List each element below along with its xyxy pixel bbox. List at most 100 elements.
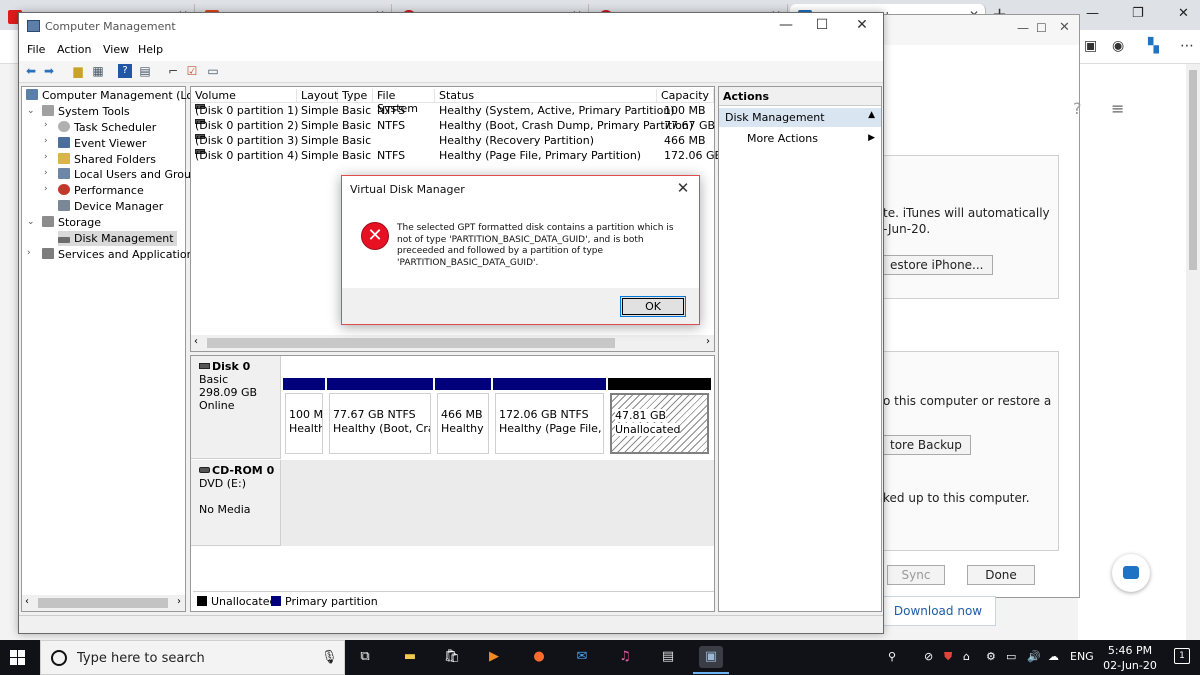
app-icon[interactable]: ▤ [656, 646, 680, 668]
column-header-status[interactable]: Status [435, 89, 657, 103]
tree-item-device-manager[interactable]: Device Manager [58, 199, 163, 214]
column-header-volume[interactable]: Volume [191, 89, 297, 103]
scroll-right-icon[interactable]: › [177, 596, 181, 607]
scroll-right-icon[interactable]: › [706, 336, 710, 347]
menu-file[interactable]: File [27, 43, 45, 56]
tree-item-storage[interactable]: Storage [42, 215, 101, 230]
close-icon[interactable]: ✕ [673, 179, 693, 197]
properties-icon[interactable]: ▤ [138, 64, 152, 78]
people-icon[interactable]: ⚲ [888, 650, 896, 663]
chevron-right-icon[interactable]: › [44, 152, 48, 162]
tree-item-computer-management[interactable]: Computer Management (Local [26, 88, 209, 103]
firefox-icon[interactable]: ● [527, 646, 551, 668]
scroll-left-icon[interactable]: ‹ [194, 336, 198, 347]
chat-icon[interactable] [1112, 554, 1150, 592]
menu-view[interactable]: View [103, 43, 129, 56]
onedrive-icon[interactable]: ☁ [1048, 650, 1059, 663]
tree-item-performance[interactable]: Performance [58, 183, 144, 198]
table-row[interactable]: (Disk 0 partition 3) Simple Basic Health… [191, 134, 714, 149]
windows-start-icon[interactable] [10, 650, 26, 666]
partition-block[interactable]: 172.06 GB NTFSHealthy (Page File, Pri [493, 378, 606, 456]
show-hide-tree-icon[interactable]: ▦ [91, 64, 105, 78]
menu-help[interactable]: Help [138, 43, 163, 56]
minimize-icon[interactable]: — [1017, 21, 1029, 35]
tree-horizontal-scrollbar[interactable]: ‹ › [22, 595, 185, 611]
help-icon[interactable]: ? [118, 64, 132, 78]
extensions-icon[interactable]: ▚ [1148, 38, 1159, 54]
tree-item-task-scheduler[interactable]: Task Scheduler [58, 120, 156, 135]
tree-item-local-users[interactable]: Local Users and Groups [58, 167, 204, 182]
account-icon[interactable]: ◉ [1112, 38, 1124, 54]
download-now-button[interactable]: Download now [880, 596, 996, 626]
maximize-icon[interactable]: ☐ [807, 17, 837, 33]
cdrom-0-label[interactable]: CD-ROM 0 DVD (E:) No Media [191, 460, 281, 546]
more-actions[interactable]: More Actions [747, 132, 818, 145]
language-indicator[interactable]: ENG [1070, 650, 1094, 663]
network-icon[interactable]: ⌂ [963, 650, 970, 663]
partition-block[interactable]: 77.67 GB NTFSHealthy (Boot, Crash [327, 378, 433, 456]
tray-app-icon[interactable]: ⚙ [986, 650, 996, 663]
maximize-icon[interactable]: ☐ [1036, 21, 1047, 35]
chevron-right-icon[interactable]: › [44, 136, 48, 146]
checklist-icon[interactable]: ☑ [185, 64, 199, 78]
tree-item-event-viewer[interactable]: Event Viewer [58, 136, 146, 151]
browser-scrollbar[interactable] [1186, 64, 1200, 640]
column-header-type[interactable]: Type [338, 89, 373, 103]
chevron-right-icon[interactable]: › [44, 168, 48, 178]
partition-block[interactable]: 466 MBHealthy (I [435, 378, 491, 456]
menu-action[interactable]: Action [57, 43, 91, 56]
microphone-icon[interactable]: 🎙 [321, 650, 338, 665]
column-header-capacity[interactable]: Capacity [657, 89, 714, 103]
file-explorer-icon[interactable]: ▬ [398, 646, 422, 668]
store-icon[interactable]: 🛍 [440, 646, 464, 668]
media-player-icon[interactable]: ▶ [482, 646, 506, 668]
chevron-down-icon[interactable]: ⌄ [27, 106, 35, 116]
minimize-icon[interactable]: — [1086, 6, 1099, 21]
tree-item-shared-folders[interactable]: Shared Folders [58, 152, 156, 167]
chevron-right-icon[interactable]: › [27, 248, 31, 258]
reading-view-icon[interactable]: ▣ [1084, 38, 1097, 54]
chevron-right-icon[interactable]: › [44, 184, 48, 194]
column-header-file-system[interactable]: File System [373, 89, 435, 115]
forward-icon[interactable]: ➡ [42, 64, 56, 78]
folder-up-icon[interactable]: ▆ [71, 64, 85, 78]
task-view-icon[interactable]: ⧉ [353, 646, 377, 668]
restore-iphone-button[interactable]: estore iPhone... [881, 255, 993, 275]
computer-management-taskbar-icon[interactable]: ▣ [693, 646, 729, 674]
tree-item-disk-management[interactable]: Disk Management [58, 231, 177, 246]
back-icon[interactable]: ⬅ [24, 64, 38, 78]
sync-button[interactable]: Sync [887, 565, 945, 585]
settings-icon[interactable]: ▭ [206, 64, 220, 78]
volume-icon[interactable]: 🔊 [1027, 650, 1041, 663]
help-icon[interactable]: ? [1073, 99, 1082, 118]
close-icon[interactable]: ✕ [847, 17, 877, 33]
connect-icon[interactable]: ⌐ [166, 64, 180, 78]
table-row[interactable]: (Disk 0 partition 4) Simple Basic NTFS H… [191, 149, 722, 164]
volume-horizontal-scrollbar[interactable]: ‹ › [191, 335, 714, 351]
mail-icon[interactable]: ✉ [570, 646, 594, 668]
itunes-icon[interactable]: ♫ [613, 646, 637, 668]
actions-disk-management[interactable]: Disk Management ▲ [719, 108, 881, 127]
network-blocked-icon[interactable]: ⊘ [924, 650, 933, 663]
system-clock[interactable]: 5:46 PM 02-Jun-20 [1100, 643, 1160, 673]
done-button[interactable]: Done [967, 565, 1035, 585]
collapse-up-icon[interactable]: ▲ [868, 110, 875, 120]
partition-block[interactable]: 100 MI Health [283, 378, 325, 456]
menu-icon[interactable]: ≡ [1111, 99, 1124, 118]
restore-backup-button[interactable]: tore Backup [881, 435, 971, 455]
column-header-layout[interactable]: Layout [297, 89, 338, 103]
unallocated-block[interactable]: 47.81 GB Unallocated [608, 378, 711, 456]
scroll-left-icon[interactable]: ‹ [25, 596, 29, 607]
notification-center-icon[interactable]: 1 [1174, 648, 1190, 664]
taskbar-search-box[interactable]: Type here to search 🎙 [40, 640, 345, 675]
disk-0-label[interactable]: Disk 0 Basic 298.09 GB Online [191, 356, 281, 459]
chevron-right-icon[interactable]: › [44, 120, 48, 130]
minimize-icon[interactable]: — [771, 17, 801, 33]
maximize-icon[interactable]: ❐ [1132, 6, 1144, 21]
more-icon[interactable]: ⋯ [1180, 38, 1194, 54]
close-icon[interactable]: ✕ [1059, 20, 1070, 35]
close-icon[interactable]: ✕ [1178, 6, 1189, 21]
battery-icon[interactable]: ▭ [1006, 650, 1016, 663]
ok-button[interactable]: OK [620, 296, 686, 317]
antivirus-icon[interactable]: ⛊ [944, 650, 952, 664]
